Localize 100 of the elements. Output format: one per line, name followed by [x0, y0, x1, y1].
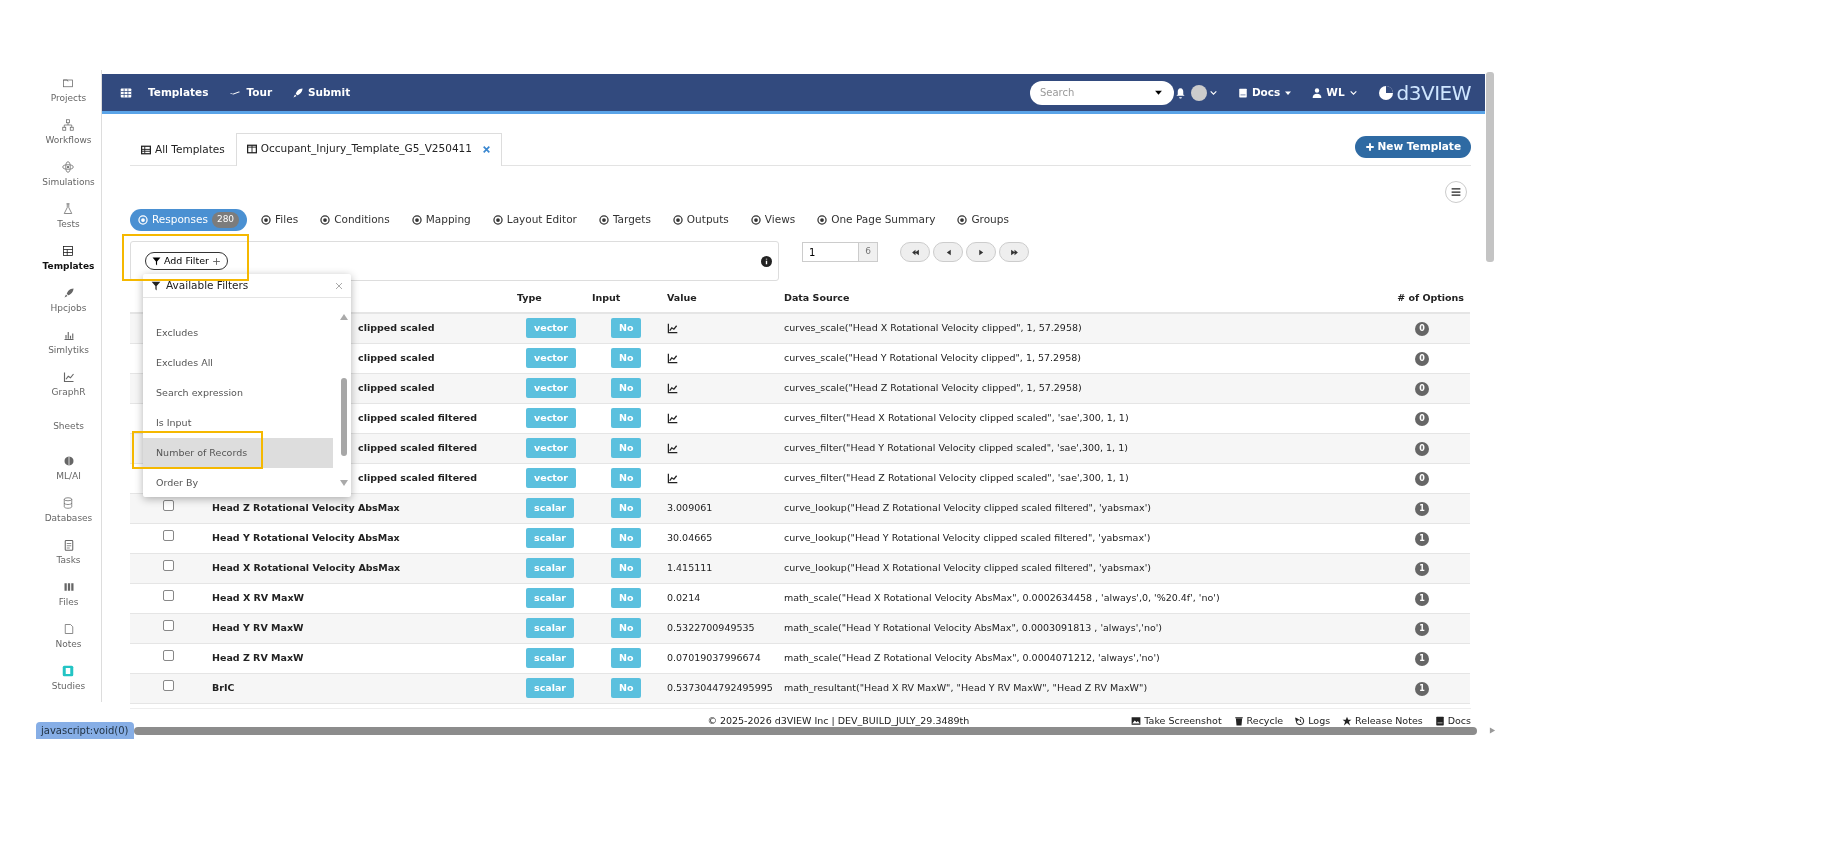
sidebar-item[interactable]: Templates [42, 238, 95, 280]
module-tab[interactable]: Files [253, 209, 307, 231]
page-tab[interactable]: Occupant_Injury_Template_G5_V250411 [235, 133, 502, 166]
module-tab[interactable]: Responses 280 [130, 209, 248, 231]
value-text: 1.415111 [667, 561, 713, 573]
module-tab[interactable]: Mapping [403, 209, 479, 231]
sidebar-item[interactable]: Notes [55, 616, 82, 658]
type-badge: vector [526, 407, 577, 429]
sidebar-item[interactable]: Simulations [42, 154, 95, 196]
horizontal-scrollbar[interactable] [133, 726, 1477, 735]
type-badge: scalar [526, 527, 575, 549]
sidebar-item[interactable]: Tasks [56, 532, 81, 574]
search-field[interactable]: Search [1029, 80, 1174, 105]
input-badge: No [611, 497, 642, 519]
response-name: Head X RV MaxW [212, 591, 304, 603]
module-tab[interactable]: Outputs [664, 209, 737, 231]
filter-option[interactable]: Excludes [143, 318, 333, 348]
options-count: 1 [1415, 681, 1429, 696]
options-count: 0 [1415, 441, 1429, 456]
module-tab[interactable]: Layout Editor [484, 209, 585, 231]
sidebar-item[interactable]: Files [58, 574, 79, 616]
add-filter-button[interactable]: Add Filter [145, 251, 228, 271]
folder-icon [62, 76, 75, 89]
data-source-text: math_resultant("Head X RV MaxW", "Head Y RV MaxW", "Head Z RV MaxW") [784, 681, 1148, 693]
value-text: 0.5373044792495995 [667, 681, 773, 693]
square-icon [62, 664, 75, 677]
value-text: 30.04665 [667, 531, 713, 543]
nav-link[interactable]: Tour [228, 84, 273, 101]
first-page-button[interactable] [900, 242, 930, 262]
row-checkbox[interactable] [162, 560, 174, 572]
radio-icon [672, 215, 683, 225]
last-page-button[interactable] [999, 242, 1029, 262]
row-checkbox[interactable] [162, 590, 174, 602]
dropdown-scrollbar[interactable] [340, 314, 348, 486]
bell-icon [1174, 86, 1186, 99]
sidebar-item[interactable]: Databases [44, 490, 93, 532]
options-count: 1 [1415, 591, 1429, 606]
sidebar-item[interactable]: Tests [57, 196, 80, 238]
row-checkbox[interactable] [162, 620, 174, 632]
value-text: 0.07019037996674 [667, 651, 761, 663]
response-name: Head Z Rotational Velocity AbsMax [212, 501, 400, 513]
response-name: clipped scaled [358, 381, 435, 393]
input-badge: No [611, 407, 642, 429]
sidebar-item[interactable]: Simlytiks [48, 322, 89, 364]
module-tab[interactable]: Views [742, 209, 804, 231]
nav-link[interactable]: Submit [292, 84, 351, 101]
sidebar-item[interactable]: Sheets [53, 406, 84, 448]
footer-link[interactable]: Release Notes [1342, 713, 1423, 729]
module-tab[interactable]: Targets [590, 209, 659, 231]
filter-option[interactable]: Order By [143, 468, 333, 498]
nav-link[interactable]: Templates [148, 84, 209, 101]
note-icon [62, 622, 75, 635]
module-tab[interactable]: Conditions [312, 209, 398, 231]
footer-link[interactable]: Recycle [1233, 713, 1284, 729]
footer-link[interactable]: Logs [1295, 713, 1331, 729]
sidebar-item[interactable]: Workflows [45, 112, 92, 154]
sidebar-item[interactable]: ML/AI [56, 448, 81, 490]
module-tab[interactable]: One Page Summary [809, 209, 944, 231]
pie-chart-icon [1377, 84, 1394, 101]
sidebar-item[interactable]: Studies [51, 658, 86, 700]
type-badge: scalar [526, 617, 575, 639]
footer-link[interactable]: Take Screenshot [1131, 713, 1222, 729]
module-tab[interactable]: Groups [949, 209, 1017, 231]
options-count: 1 [1415, 651, 1429, 666]
row-checkbox[interactable] [162, 680, 174, 692]
page-field[interactable]: 1 [802, 242, 859, 262]
scroll-down-icon[interactable] [340, 480, 348, 486]
sidebar-item[interactable]: Projects [50, 70, 87, 112]
input-badge: No [611, 347, 642, 369]
sidebar-item[interactable]: Hpcjobs [50, 280, 87, 322]
user-menu[interactable]: WL [1312, 84, 1358, 101]
row-checkbox[interactable] [162, 500, 174, 512]
docs-menu[interactable]: Docs [1237, 84, 1293, 101]
hierarchy-icon [62, 118, 75, 131]
row-checkbox[interactable] [162, 650, 174, 662]
value-text: 0.0214 [667, 591, 701, 603]
filter-option[interactable]: Is Input [143, 408, 333, 438]
input-badge: No [611, 617, 642, 639]
options-count: 0 [1415, 351, 1429, 366]
row-checkbox[interactable] [162, 530, 174, 542]
vertical-scrollbar[interactable] [1486, 72, 1494, 262]
first-page-icon [910, 247, 920, 257]
response-name: clipped scaled [358, 351, 435, 363]
data-source-text: curves_filter("Head X Rotational Velocity clipped scaled", 'sae',300, 1, 1) [784, 411, 1129, 423]
table-icon [62, 244, 75, 257]
filter-option[interactable]: Search expression [143, 378, 333, 408]
sidebar-item[interactable]: GraphR [51, 364, 86, 406]
radio-icon [138, 215, 148, 225]
data-source-text: curves_filter("Head Y Rotational Velocity clipped scaled", 'sae',300, 1, 1) [784, 441, 1128, 453]
scroll-up-icon[interactable] [340, 314, 348, 320]
page-tab[interactable]: All Templates [130, 134, 236, 165]
filter-option[interactable]: Excludes All [143, 348, 333, 378]
type-badge: vector [526, 318, 577, 339]
menu-button[interactable] [1445, 181, 1467, 203]
new-template-button[interactable]: New Template [1354, 136, 1471, 158]
filter-option[interactable]: Number of Records [143, 438, 333, 468]
footer-link[interactable]: Docs [1434, 713, 1471, 729]
options-count: 1 [1415, 621, 1429, 636]
menu-icon [1451, 187, 1461, 197]
line-chart-icon [62, 370, 75, 383]
